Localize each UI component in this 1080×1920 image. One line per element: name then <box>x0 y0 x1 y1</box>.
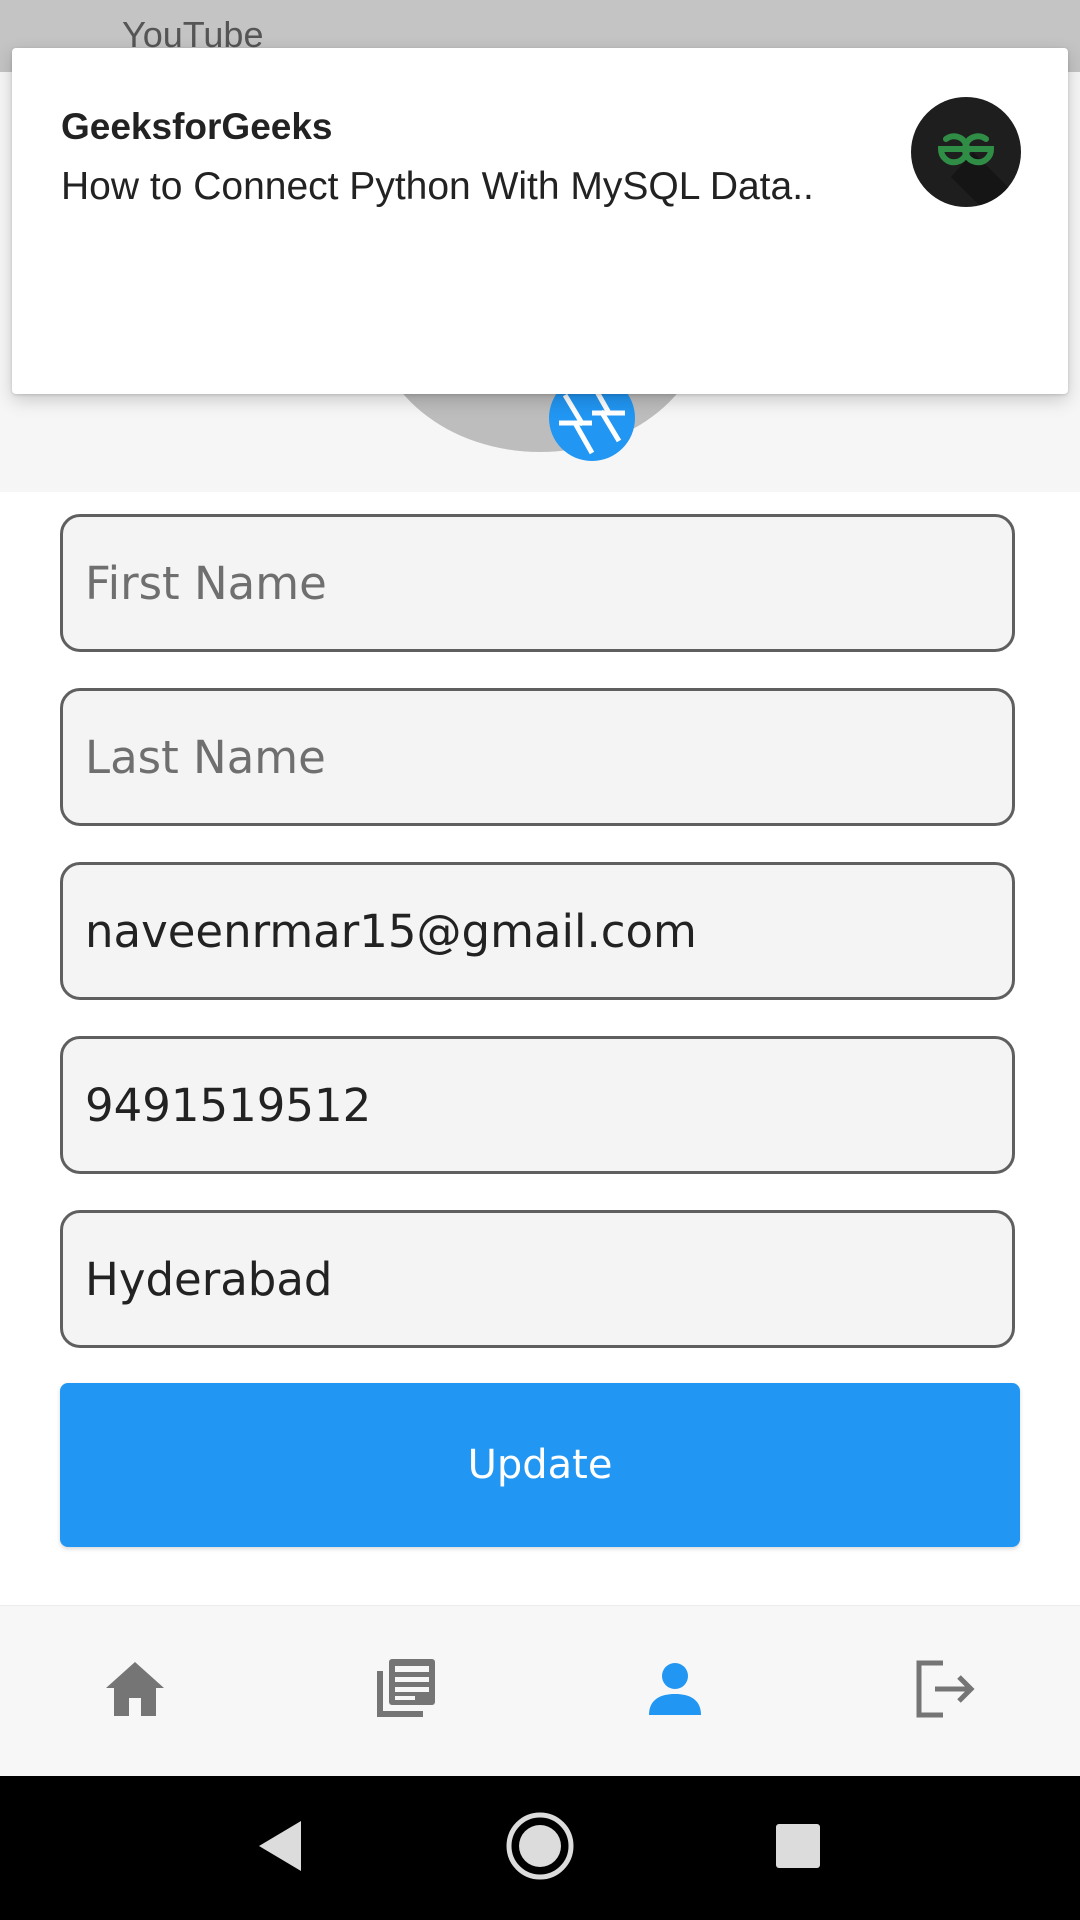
home-icon <box>104 1660 166 1722</box>
system-recents-button[interactable] <box>746 1796 850 1900</box>
person-icon <box>647 1661 703 1721</box>
logout-icon <box>913 1659 977 1723</box>
nav-home-button[interactable] <box>80 1636 190 1746</box>
geeksforgeeks-logo-icon <box>911 97 1021 207</box>
back-icon <box>255 1819 305 1877</box>
notification-card[interactable]: GeeksforGeeks How to Connect Python With… <box>12 48 1068 394</box>
news-icon <box>373 1657 437 1725</box>
bottom-nav <box>0 1605 1080 1777</box>
nav-logout-button[interactable] <box>890 1636 1000 1746</box>
email-input[interactable] <box>60 862 1015 1000</box>
city-input[interactable] <box>60 1210 1015 1348</box>
home-circle-icon <box>505 1811 575 1885</box>
nav-profile-button[interactable] <box>620 1636 730 1746</box>
last-name-input[interactable] <box>60 688 1015 826</box>
notification-text: How to Connect Python With MySQL Data.. <box>61 165 814 208</box>
screen: YouTube GeeksforGeeks How to Connect Pyt… <box>0 0 1080 1920</box>
nav-news-button[interactable] <box>350 1636 460 1746</box>
recents-icon <box>775 1823 821 1873</box>
notification-title: GeeksforGeeks <box>61 106 333 147</box>
update-button[interactable]: Update <box>60 1383 1020 1547</box>
system-nav-bar <box>0 1776 1080 1920</box>
phone-input[interactable] <box>60 1036 1015 1174</box>
first-name-input[interactable] <box>60 514 1015 652</box>
system-back-button[interactable] <box>228 1796 332 1900</box>
system-home-button[interactable] <box>488 1796 592 1900</box>
